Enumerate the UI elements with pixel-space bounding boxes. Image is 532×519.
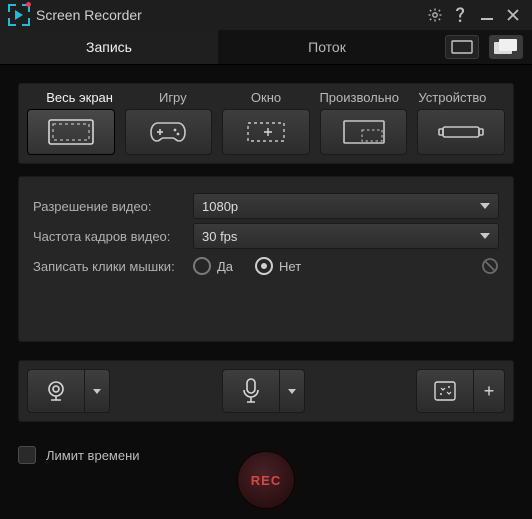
webcam-button[interactable]	[27, 369, 85, 413]
overlay-icon	[433, 380, 457, 402]
radio-icon	[255, 257, 273, 275]
close-icon	[507, 9, 519, 21]
help-button[interactable]	[448, 3, 474, 27]
sources-panel: +	[18, 360, 514, 422]
overlay-button[interactable]	[416, 369, 474, 413]
settings-panel: Разрешение видео: 1080p Частота кадров в…	[18, 176, 514, 342]
mode-custom-button[interactable]	[320, 109, 408, 155]
settings-button[interactable]	[422, 3, 448, 27]
mic-source-group	[222, 369, 305, 413]
record-clicks-no[interactable]: Нет	[255, 257, 301, 275]
record-button-wrap: REC	[237, 451, 295, 509]
tab-record[interactable]: Запись	[0, 30, 218, 64]
app-icon	[8, 4, 30, 26]
time-limit-checkbox[interactable]	[18, 446, 36, 464]
radio-icon	[193, 257, 211, 275]
stack-view-icon	[494, 39, 518, 55]
device-icon	[437, 120, 485, 144]
resolution-value: 1080p	[202, 199, 238, 214]
radio-label: Нет	[279, 259, 301, 274]
mode-fullscreen-button[interactable]	[27, 109, 115, 155]
record-button[interactable]: REC	[237, 451, 295, 509]
gear-icon	[427, 7, 443, 23]
framerate-select[interactable]: 30 fps	[193, 223, 499, 249]
title-bar: Screen Recorder	[0, 0, 532, 30]
microphone-icon	[241, 378, 261, 404]
preview-layout-group	[436, 30, 532, 64]
webcam-source-group	[27, 369, 110, 413]
mode-label-window: Окно	[219, 90, 312, 105]
mode-button-row	[27, 109, 505, 155]
mode-game-button[interactable]	[125, 109, 213, 155]
single-view-icon	[451, 40, 473, 54]
chevron-down-icon	[480, 203, 490, 209]
mic-dropdown[interactable]	[280, 369, 305, 413]
record-clicks-yes[interactable]: Да	[193, 257, 233, 275]
framerate-value: 30 fps	[202, 229, 237, 244]
tab-stream[interactable]: Поток	[218, 30, 436, 64]
minimize-icon	[480, 8, 494, 22]
capture-mode-panel: Весь экран Игру Окно Произвольно Устройс…	[18, 83, 514, 164]
resolution-label: Разрешение видео:	[33, 199, 193, 214]
resolution-row: Разрешение видео: 1080p	[33, 191, 499, 221]
webcam-dropdown[interactable]	[85, 369, 110, 413]
mode-window-button[interactable]	[222, 109, 310, 155]
minimize-button[interactable]	[474, 3, 500, 27]
resolution-select[interactable]: 1080p	[193, 193, 499, 219]
window-select-icon	[240, 117, 292, 147]
mode-device-button[interactable]	[417, 109, 505, 155]
close-button[interactable]	[500, 3, 526, 27]
disabled-icon	[481, 257, 499, 275]
tab-label: Запись	[86, 39, 132, 55]
framerate-label: Частота кадров видео:	[33, 229, 193, 244]
record-button-label: REC	[251, 473, 281, 488]
preview-single-button[interactable]	[445, 35, 479, 59]
mode-label-fullscreen: Весь экран	[33, 90, 126, 105]
radio-label: Да	[217, 259, 233, 274]
record-clicks-row: Записать клики мышки: Да Нет	[33, 251, 499, 281]
overlay-source-group: +	[416, 369, 505, 413]
mode-label-device: Устройство	[406, 90, 499, 105]
chevron-down-icon	[480, 233, 490, 239]
record-clicks-label: Записать клики мышки:	[33, 259, 193, 274]
tab-row: Запись Поток	[0, 30, 532, 65]
fullscreen-icon	[43, 116, 99, 148]
mode-label-game: Игру	[126, 90, 219, 105]
framerate-row: Частота кадров видео: 30 fps	[33, 221, 499, 251]
mic-button[interactable]	[222, 369, 280, 413]
app-title: Screen Recorder	[36, 7, 142, 23]
custom-region-icon	[338, 117, 390, 147]
webcam-icon	[44, 379, 68, 403]
record-clicks-group: Да Нет	[193, 257, 499, 275]
chevron-down-icon	[93, 389, 101, 394]
chevron-down-icon	[288, 389, 296, 394]
plus-icon: +	[484, 381, 495, 402]
preview-stack-button[interactable]	[489, 35, 523, 59]
question-icon	[454, 7, 468, 23]
mode-label-row: Весь экран Игру Окно Произвольно Устройс…	[27, 90, 505, 109]
tab-label: Поток	[308, 39, 346, 55]
overlay-add-button[interactable]: +	[474, 369, 505, 413]
mode-label-custom: Произвольно	[313, 90, 406, 105]
gamepad-icon	[148, 119, 188, 145]
time-limit-label: Лимит времени	[46, 448, 140, 463]
